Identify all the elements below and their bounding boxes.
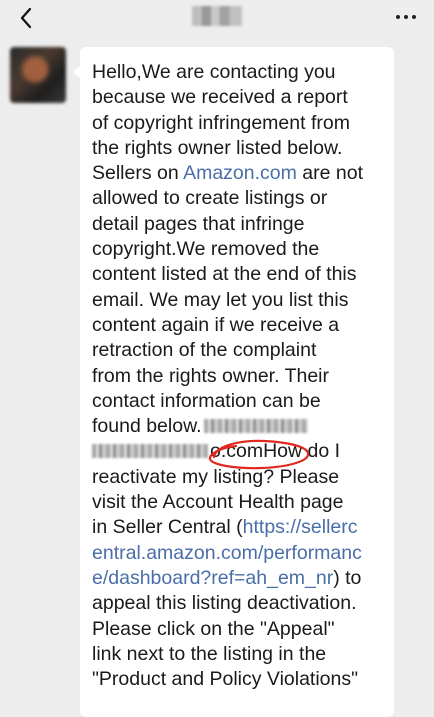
message-line: content listed at the end of this: [92, 263, 357, 286]
message-line: retraction of the complaint: [92, 339, 317, 362]
back-button[interactable]: [10, 2, 42, 34]
message-line: link next to the listing in the: [92, 642, 327, 665]
message-text-segment: ) to: [333, 566, 362, 589]
message-line: allowed to create listings or: [92, 187, 328, 210]
more-options-button[interactable]: [390, 2, 422, 32]
message-line: e/dashboard?ref=ah_em_nr) to: [92, 566, 386, 591]
message-line: because we received a report: [92, 86, 348, 109]
message-line: email. We may let you list this: [92, 288, 349, 311]
message-line: contact information can be: [92, 389, 321, 412]
more-dot: [412, 15, 416, 19]
message-line: from the rights owner. Their: [92, 364, 329, 387]
chat-header: [0, 0, 434, 36]
message-line: Hello,We are contacting you: [92, 61, 336, 83]
message-line: content again if we receive a: [92, 313, 340, 336]
message-line: in Seller Central (https://sellerc: [92, 515, 386, 540]
message-line: copyright.We removed the: [92, 238, 320, 261]
message-text: Hello,We are contacting you because we r…: [92, 60, 386, 692]
redacted-contact: [92, 444, 208, 459]
message-line: found below.: [92, 414, 386, 439]
message-line: visit the Account Health page: [92, 491, 344, 514]
seller-central-link[interactable]: entral.amazon.com/performanc: [92, 541, 386, 566]
amazon-link[interactable]: Amazon.com: [183, 162, 297, 184]
message-text-segment: o.comHow do I: [210, 440, 341, 463]
message-line: appeal this listing deactivation.: [92, 592, 357, 615]
message-line: reactivate my listing? Please: [92, 465, 340, 488]
message-text-segment: Sellers on: [92, 162, 184, 185]
message-line: detail pages that infringe: [92, 212, 305, 235]
message-line: Please click on the "Appeal": [92, 617, 335, 640]
chat-title-redacted: [192, 6, 242, 26]
message-line: of copyright infringement from: [92, 111, 350, 134]
seller-central-link[interactable]: e/dashboard?ref=ah_em_nr: [92, 567, 333, 589]
message-text-segment: in Seller Central (: [92, 516, 243, 539]
chevron-left-icon: [20, 7, 32, 29]
more-dot: [404, 15, 408, 19]
message-text-segment: found below.: [92, 415, 202, 438]
message-line: o.comHow do I: [92, 439, 386, 464]
message-line: Sellers on Amazon.com are not: [92, 161, 386, 186]
message-line: the rights owner listed below.: [92, 136, 343, 159]
seller-central-link[interactable]: https://sellerc: [243, 516, 358, 538]
sender-avatar[interactable]: [10, 47, 66, 103]
message-text-segment: are not: [296, 162, 363, 185]
message-line: "Product and Policy Violations": [92, 668, 359, 691]
more-dots-icon: [396, 15, 400, 19]
redacted-contact: [203, 419, 308, 434]
